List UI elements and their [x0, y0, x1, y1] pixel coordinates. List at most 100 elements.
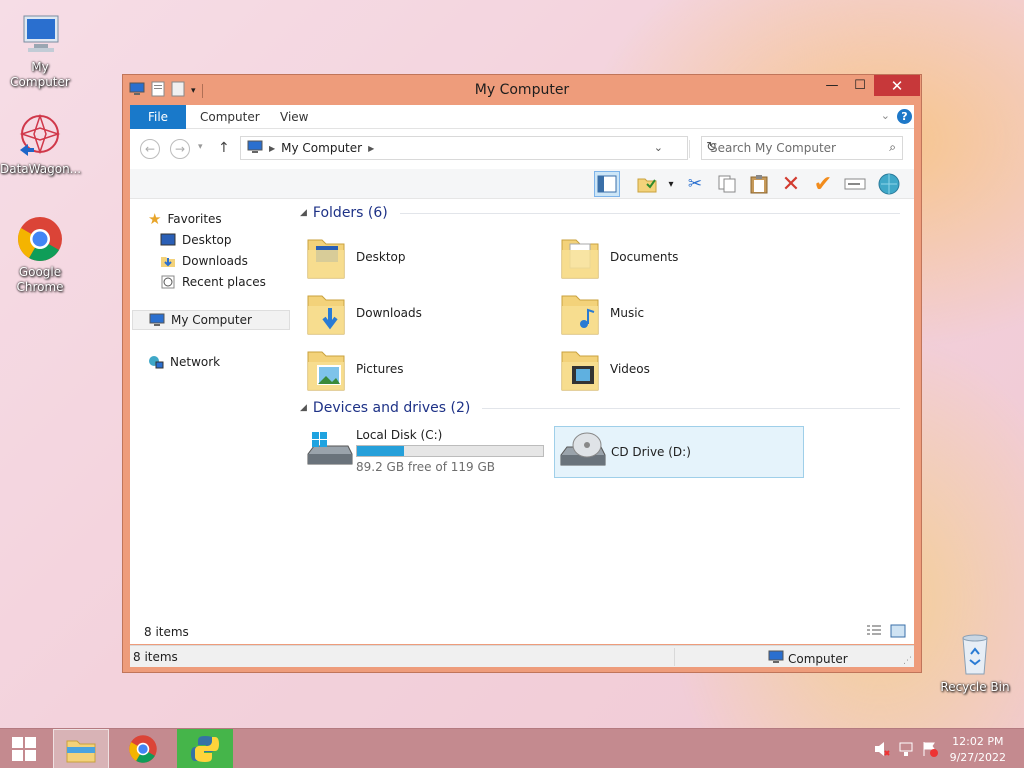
title-bar[interactable]: ▾ My Computer — ☐ ✕: [123, 75, 921, 105]
folder-desktop[interactable]: Desktop: [306, 231, 556, 283]
speaker-muted-icon[interactable]: [874, 741, 890, 760]
start-button[interactable]: [0, 729, 48, 768]
status-location: Computer: [768, 650, 848, 667]
forward-button[interactable]: →: [170, 139, 190, 159]
folder-videos[interactable]: Videos: [560, 343, 810, 395]
address-dropdown-icon[interactable]: ⌄: [654, 141, 663, 154]
nav-network[interactable]: Network: [148, 352, 306, 372]
folder-documents[interactable]: Documents: [560, 231, 810, 283]
desktop-icon-google-chrome[interactable]: Google Chrome: [0, 215, 80, 295]
back-button[interactable]: ←: [140, 139, 160, 159]
chrome-icon: [16, 215, 64, 263]
nav-my-computer[interactable]: My Computer: [132, 310, 290, 330]
command-toolbar: ▾ ✂ ✕ ✔: [130, 169, 914, 199]
status-item-count: 8 items: [133, 650, 178, 664]
ribbon-tabs: File Computer View ⌄ ?: [130, 105, 914, 129]
close-icon: ✕: [890, 76, 904, 95]
search-input[interactable]: Search My Computer ⌕: [701, 136, 903, 160]
desktop-icon-my-computer[interactable]: My Computer: [0, 10, 80, 90]
folder-pictures[interactable]: Pictures: [306, 343, 556, 395]
tab-computer[interactable]: Computer: [186, 105, 274, 129]
details-view-icon[interactable]: [866, 624, 882, 641]
computer-small-icon: [768, 650, 784, 667]
drive-c-name: Local Disk (C:): [356, 428, 443, 442]
computer-small-icon: [247, 140, 263, 157]
delete-icon[interactable]: ✕: [778, 171, 804, 197]
drive-c-usage-fill: [357, 446, 404, 456]
clock-date: 9/27/2022: [949, 751, 1006, 764]
folder-downloads-icon: [306, 288, 346, 339]
cd-drive-icon: [557, 431, 607, 476]
checkmark-icon[interactable]: ✔: [810, 171, 836, 197]
network-tray-icon[interactable]: [898, 741, 914, 760]
main-pane: ◢ Folders (6) Desktop Documents Download…: [290, 199, 914, 619]
navigation-pane: ★ Favorites Desktop Downloads Recent pla…: [130, 199, 290, 619]
folder-downloads[interactable]: Downloads: [306, 287, 556, 339]
computer-icon: [16, 10, 64, 58]
folder-music-icon: [560, 288, 600, 339]
star-icon: ★: [148, 210, 162, 228]
collapse-triangle-icon[interactable]: ◢: [300, 403, 307, 413]
folder-desktop-icon: [306, 232, 346, 283]
globe-icon[interactable]: [876, 171, 902, 197]
paste-icon[interactable]: [746, 171, 772, 197]
resize-grip-icon[interactable]: ⋰: [903, 656, 912, 666]
tab-file[interactable]: File: [130, 105, 186, 129]
drive-cd-d[interactable]: CD Drive (D:): [554, 426, 804, 478]
search-icon[interactable]: ⌕: [889, 140, 896, 155]
devices-group-header[interactable]: ◢ Devices and drives (2): [300, 400, 900, 416]
cut-icon[interactable]: ✂: [682, 171, 708, 197]
help-icon[interactable]: ?: [897, 109, 912, 124]
address-input[interactable]: ▶ My Computer ▶ ⌄ ↻: [240, 136, 717, 160]
desktop-icon-recycle-bin[interactable]: Recycle Bin: [935, 630, 1015, 695]
back-arrow-icon: ←: [144, 142, 156, 156]
recycle-bin-icon: [951, 630, 999, 678]
minimize-icon: —: [825, 78, 839, 93]
clock-time: 12:02 PM: [952, 735, 1004, 748]
preview-pane-button[interactable]: [594, 171, 620, 197]
copy-icon[interactable]: [714, 171, 740, 197]
rename-icon[interactable]: [842, 171, 868, 197]
folder-documents-icon: [560, 232, 600, 283]
window-title: My Computer: [474, 82, 570, 98]
drive-c-usage-bar: [356, 445, 544, 457]
downloads-icon: [160, 254, 176, 268]
drive-local-disk-c[interactable]: Local Disk (C:) 89.2 GB free of 119 GB: [302, 426, 552, 478]
taskbar-python-app[interactable]: [177, 729, 233, 768]
large-icons-view-icon[interactable]: [890, 624, 906, 641]
breadcrumb-chevron-icon[interactable]: ▶: [368, 144, 374, 153]
computer-small-icon: [149, 313, 165, 327]
ribbon-expand-chevron-icon[interactable]: ⌄: [881, 109, 890, 122]
item-count: 8 items: [144, 625, 189, 639]
folder-pictures-icon: [306, 344, 346, 395]
recent-locations-chevron-icon[interactable]: ▾: [198, 142, 203, 152]
collapse-triangle-icon[interactable]: ◢: [300, 208, 307, 218]
nav-favorites[interactable]: ★ Favorites: [148, 209, 306, 229]
system-clock[interactable]: 12:02 PM 9/27/2022: [950, 734, 1006, 766]
status-divider: [674, 648, 675, 666]
datawagon-icon: [16, 112, 64, 160]
breadcrumb-separator-icon[interactable]: ▶: [269, 144, 275, 153]
maximize-button[interactable]: ☐: [846, 75, 874, 96]
close-button[interactable]: ✕: [874, 75, 920, 96]
windows-logo-icon: [12, 737, 36, 761]
folder-options-button[interactable]: [634, 171, 660, 197]
breadcrumb-my-computer[interactable]: My Computer: [281, 141, 362, 155]
hard-drive-icon: [304, 430, 354, 475]
explorer-window: ▾ My Computer — ☐ ✕ File Computer View ⌄…: [122, 74, 922, 673]
folders-group-header[interactable]: ◢ Folders (6): [300, 205, 900, 221]
taskbar-file-explorer[interactable]: [53, 729, 109, 768]
minimize-button[interactable]: —: [818, 75, 846, 96]
preview-pane-icon: [597, 175, 617, 193]
action-center-flag-icon[interactable]: [922, 741, 938, 760]
content-area: ★ Favorites Desktop Downloads Recent pla…: [130, 199, 914, 619]
taskbar-chrome[interactable]: [115, 729, 171, 768]
desktop-icon-datawagon[interactable]: DataWagon...: [0, 112, 81, 177]
folder-videos-icon: [560, 344, 600, 395]
tab-view[interactable]: View: [266, 105, 322, 129]
up-arrow-icon[interactable]: ↑: [218, 140, 230, 156]
options-dropdown-icon[interactable]: ▾: [658, 171, 684, 197]
desktop-icon: [160, 233, 176, 247]
taskbar: 12:02 PM 9/27/2022: [0, 728, 1024, 768]
folder-music[interactable]: Music: [560, 287, 810, 339]
